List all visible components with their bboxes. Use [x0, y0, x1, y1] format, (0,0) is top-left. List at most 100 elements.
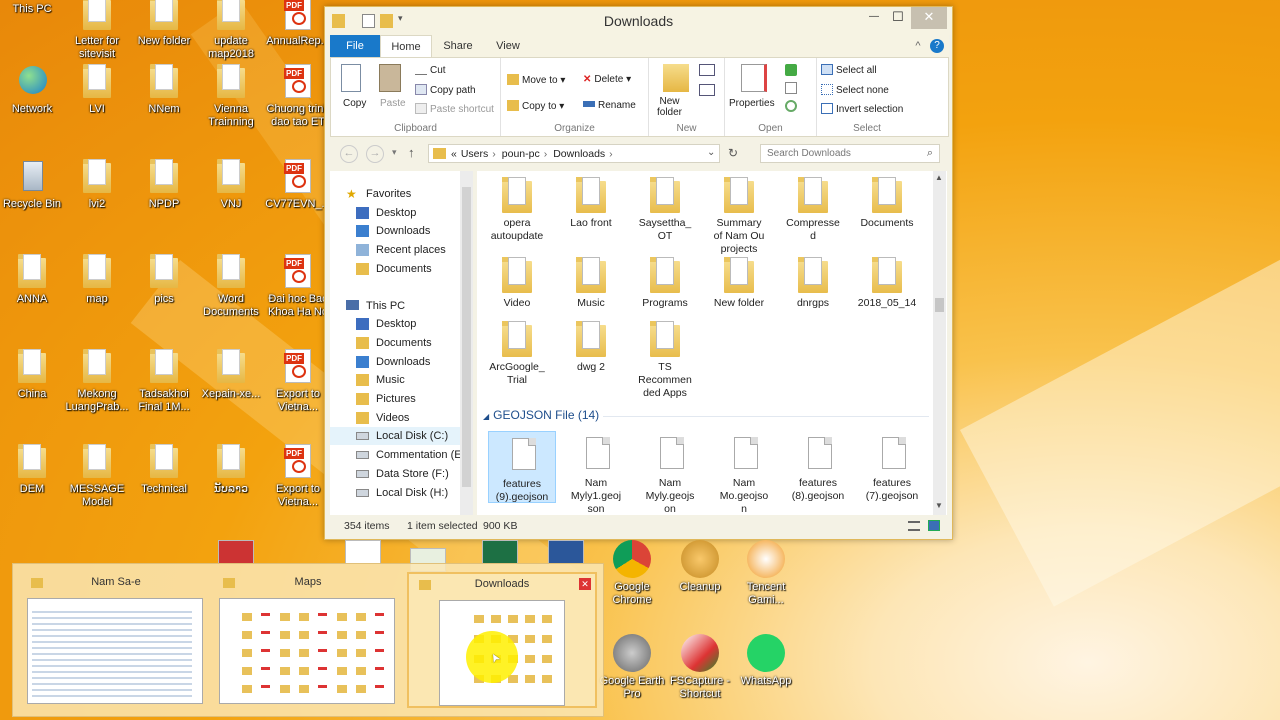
desktop-icon[interactable]: Recycle Bin — [0, 157, 66, 211]
desktop-icon[interactable]: Letter for sitevisit — [63, 0, 131, 61]
open-icon[interactable] — [785, 64, 797, 76]
desktop-icon[interactable]: Technical — [130, 442, 198, 496]
desktop-icon[interactable]: NPDP — [130, 157, 198, 211]
desktop-icon[interactable]: This PC — [0, 0, 66, 16]
breadcrumb-item[interactable]: Users — [461, 148, 488, 160]
tab-view[interactable]: View — [484, 35, 532, 57]
desktop-icon[interactable]: Word Documents — [197, 252, 265, 319]
delete-button[interactable]: ✕ Delete ▾ — [583, 74, 631, 85]
switcher-card-downloads[interactable]: Downloads ✕ ➤ — [407, 572, 597, 708]
desktop-icon[interactable]: PDF Chuong trinh dao tao ET — [264, 62, 332, 129]
desktop-icon[interactable]: Mekong LuangPrab... — [63, 347, 131, 414]
desktop-icon[interactable]: pics — [130, 252, 198, 306]
folder-item[interactable]: Music — [557, 255, 625, 310]
folder-item[interactable]: Video — [483, 255, 551, 310]
rename-button[interactable]: Rename — [583, 100, 636, 111]
desktop-icon[interactable]: PDF CV77EVN_... — [264, 157, 332, 211]
desktop-icon[interactable]: LVI — [63, 62, 131, 116]
desktop-icon[interactable]: China — [0, 347, 66, 401]
collapse-ribbon-chevron-icon[interactable]: ^ — [910, 35, 926, 57]
up-button[interactable]: ↑ — [408, 145, 415, 160]
desktop-icon[interactable]: MESSAGE Model — [63, 442, 131, 509]
group-header[interactable]: ◢ GEOJSON File (14) — [483, 408, 929, 424]
folder-item[interactable]: Compresse d — [779, 175, 847, 243]
desktop-icon[interactable]: WhatsApp — [731, 634, 801, 688]
desktop-icon[interactable]: PDF Export to Vietna... — [264, 347, 332, 414]
breadcrumb-item[interactable]: poun-pc — [502, 148, 540, 160]
breadcrumb-item[interactable]: Downloads — [553, 148, 605, 160]
forward-button[interactable]: → — [366, 145, 384, 163]
address-bar[interactable]: « Users › poun-pc › Downloads › ⌄ — [428, 144, 720, 163]
desktop-icon[interactable]: Google Chrome — [597, 540, 667, 607]
file-item[interactable]: Nam Myly.geojs on — [636, 431, 704, 515]
desktop-icon[interactable]: Vienna Trainning — [197, 62, 265, 129]
nav-scrollbar[interactable] — [460, 171, 473, 515]
new-folder-button[interactable]: New folder — [655, 62, 695, 120]
paste-button[interactable]: Paste — [375, 62, 409, 112]
breadcrumb-separator-icon[interactable]: › — [492, 148, 496, 160]
search-box[interactable]: Search Downloads ⌕ — [760, 144, 940, 163]
folder-item[interactable]: TS Recommen ded Apps — [631, 319, 699, 400]
nav-item[interactable]: Recent places — [330, 241, 460, 259]
large-icons-view-icon[interactable] — [928, 520, 940, 531]
history-icon[interactable] — [785, 100, 797, 112]
minimize-button[interactable]: — — [861, 7, 887, 29]
address-dropdown-chevron-icon[interactable]: ⌄ — [707, 147, 715, 158]
breadcrumb-separator-icon[interactable]: › — [544, 148, 548, 160]
nav-item[interactable]: Local Disk (H:) — [330, 484, 460, 502]
nav-item[interactable]: Desktop — [330, 315, 460, 333]
desktop-icon[interactable]: PDF Đai hoc Bac Khoa Ha No — [264, 252, 332, 319]
desktop-icon[interactable]: PDF Export to Vietna... — [264, 442, 332, 509]
folder-item[interactable]: Programs — [631, 255, 699, 310]
scroll-up-arrow-icon[interactable]: ▲ — [935, 173, 943, 182]
select-all-button[interactable]: Select all — [821, 64, 877, 76]
nav-item[interactable]: Pictures — [330, 390, 460, 408]
folder-item[interactable]: ArcGoogle_ Trial — [483, 319, 551, 387]
back-button[interactable]: ← — [340, 145, 358, 163]
desktop-icon[interactable]: lvi2 — [63, 157, 131, 211]
new-item-icon[interactable] — [699, 64, 715, 76]
folder-item[interactable]: dwg 2 — [557, 319, 625, 374]
folder-item[interactable]: Lao front — [557, 175, 625, 230]
nav-scroll-thumb[interactable] — [462, 187, 471, 487]
maximize-button[interactable]: ☐ — [887, 7, 909, 29]
select-none-button[interactable]: Select none — [821, 84, 889, 96]
folder-item[interactable]: 2018_05_14 — [853, 255, 921, 310]
easy-access-icon[interactable] — [699, 84, 715, 96]
title-bar[interactable]: ▾ Downloads — ☐ ✕ — [325, 7, 952, 35]
close-button[interactable]: ✕ — [911, 7, 947, 29]
recent-locations-chevron-icon[interactable]: ▾ — [392, 147, 397, 158]
tab-file[interactable]: File — [330, 35, 380, 57]
desktop-icon[interactable]: VNJ — [197, 157, 265, 211]
scroll-down-arrow-icon[interactable]: ▼ — [935, 501, 943, 510]
copy-button[interactable]: Copy — [337, 62, 371, 112]
properties-button[interactable]: Properties — [729, 62, 779, 120]
nav-item[interactable]: ★ Favorites — [330, 185, 460, 203]
nav-item[interactable]: Downloads — [330, 353, 460, 371]
search-input[interactable]: Search Downloads — [767, 148, 851, 159]
cut-button[interactable]: Cut — [415, 64, 446, 76]
copy-to-button[interactable]: Copy to ▾ — [507, 100, 564, 112]
nav-item[interactable]: This PC — [330, 297, 460, 315]
nav-item[interactable]: Videos — [330, 409, 460, 427]
folder-item[interactable]: Documents — [853, 175, 921, 230]
copy-path-button[interactable]: Copy path — [415, 84, 476, 96]
file-item[interactable]: features (9).geojson — [488, 431, 556, 503]
edit-icon[interactable] — [785, 82, 797, 94]
nav-item[interactable]: Documents — [330, 334, 460, 352]
folder-item[interactable]: Saysettha_ OT — [631, 175, 699, 243]
desktop-icon[interactable]: update map2018 — [197, 0, 265, 61]
nav-item[interactable]: Data Store (F:) — [330, 465, 460, 483]
desktop-icon[interactable]: Xepain-xe... — [197, 347, 265, 401]
tab-share[interactable]: Share — [434, 35, 482, 57]
help-icon[interactable]: ? — [930, 39, 944, 53]
refresh-icon[interactable]: ↻ — [728, 146, 738, 160]
breadcrumb-separator-icon[interactable]: › — [609, 148, 613, 160]
file-item[interactable]: features (7).geojson — [858, 431, 926, 503]
nav-item[interactable]: Commentation (E: — [330, 446, 465, 464]
desktop-icon[interactable]: Tadsakhoi Final 1M... — [130, 347, 198, 414]
file-item[interactable]: Nam Mo.geojso n — [710, 431, 778, 515]
invert-selection-button[interactable]: Invert selection — [821, 103, 903, 115]
desktop-icon[interactable]: Tencent Gami... — [731, 540, 801, 607]
desktop-icon[interactable]: DEM — [0, 442, 66, 496]
